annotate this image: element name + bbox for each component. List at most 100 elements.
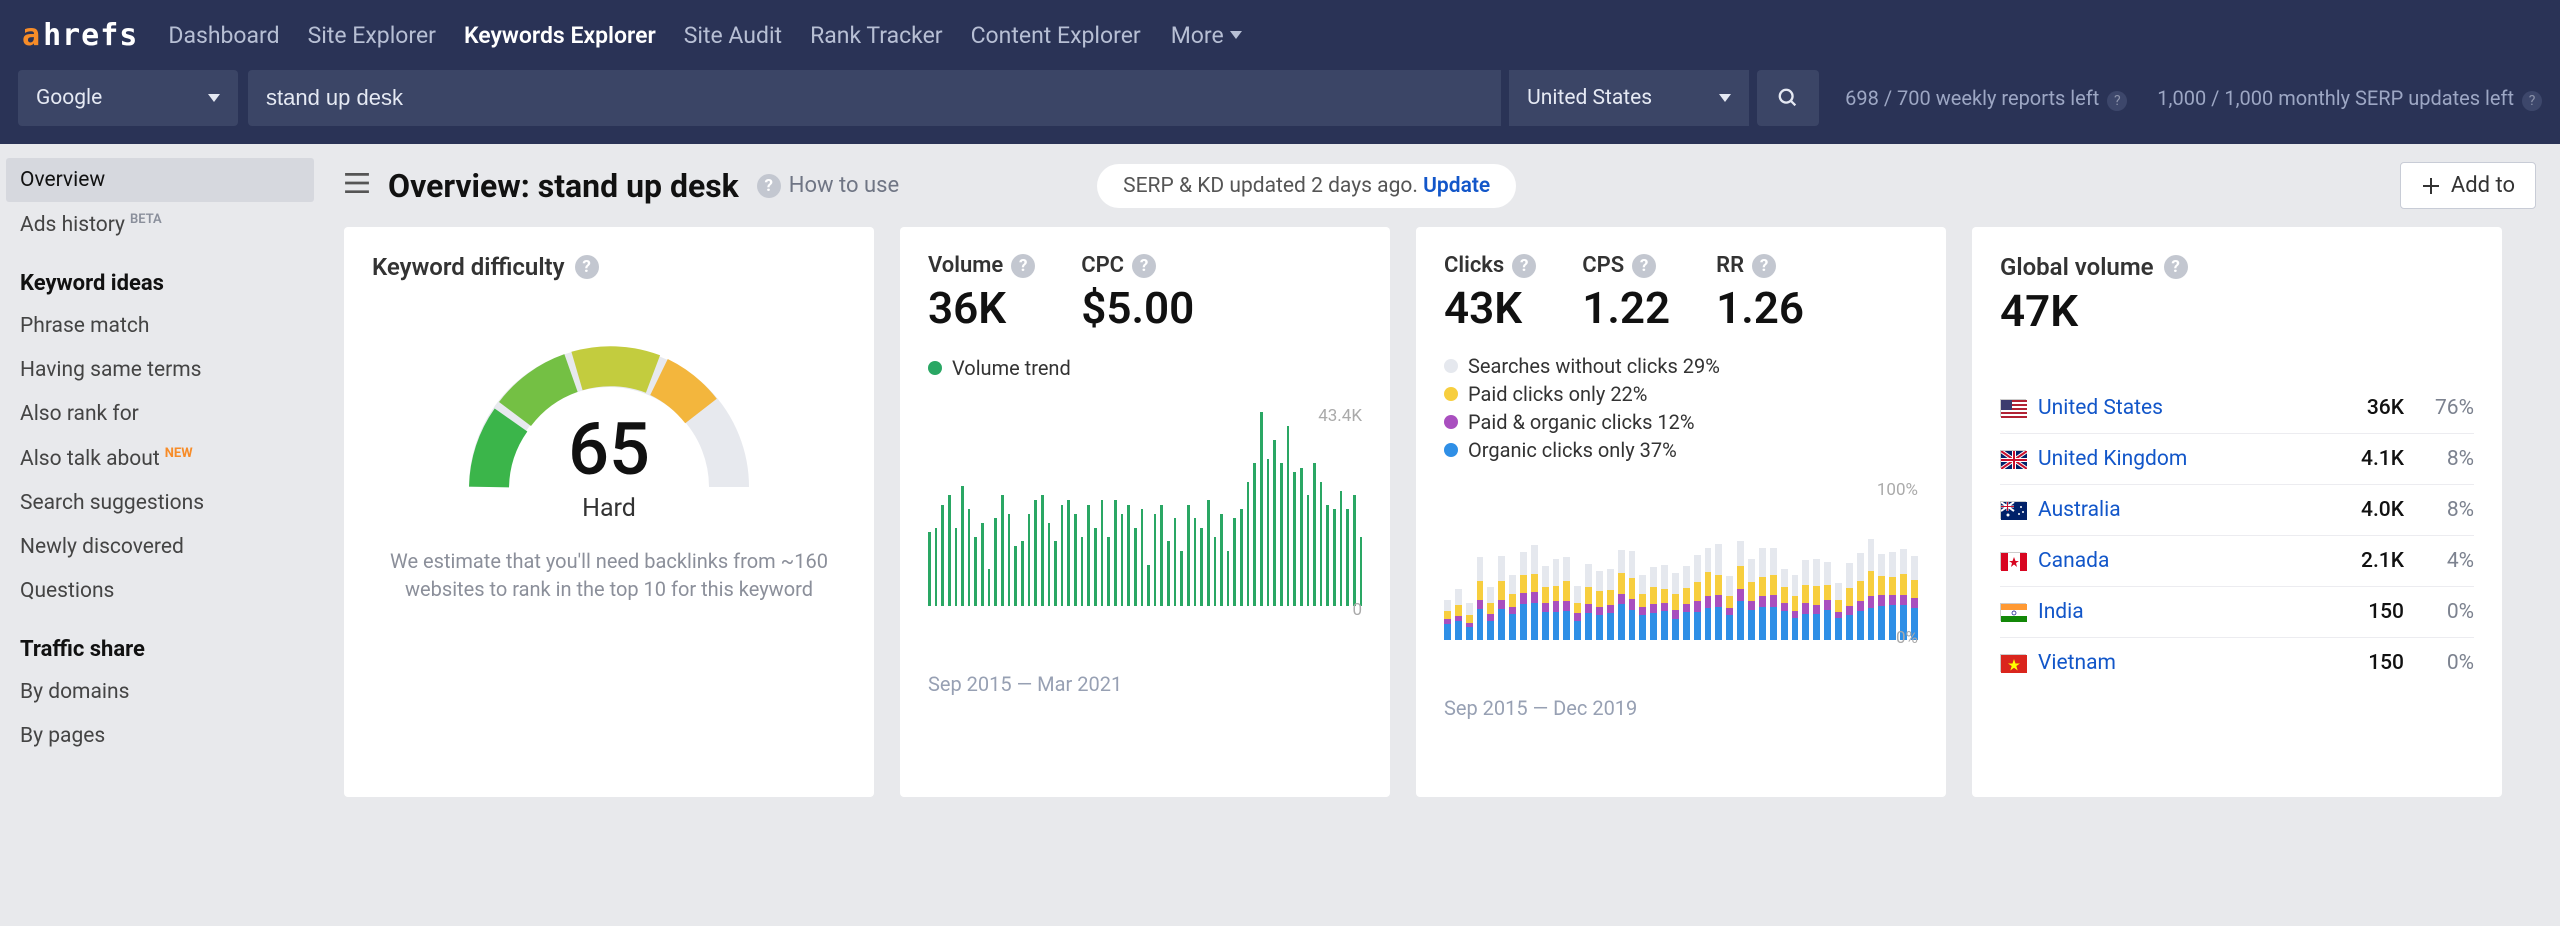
how-to-use-label: How to use	[789, 173, 899, 198]
nav-link-site-explorer[interactable]: Site Explorer	[308, 22, 436, 49]
volume-label: Volume	[928, 253, 1003, 278]
gv-row: Vietnam1500%	[2000, 638, 2474, 688]
clicks-range: Sep 2015 — Dec 2019	[1444, 696, 1918, 720]
help-icon[interactable]: ?	[2522, 91, 2542, 111]
help-icon[interactable]: ?	[1011, 254, 1035, 278]
gv-volume: 4.0K	[2361, 498, 2404, 522]
keyword-difficulty-card: Keyword difficulty? 65 Hard We estimate …	[344, 227, 874, 797]
search-button[interactable]	[1757, 70, 1819, 126]
weekly-reports-status: 698 / 700 weekly reports left	[1845, 86, 2099, 110]
serp-update-link[interactable]: Update	[1423, 174, 1490, 198]
sidebar-heading: Traffic share	[6, 613, 314, 670]
rr-label: RR	[1716, 253, 1744, 278]
engine-select[interactable]: Google	[18, 70, 238, 126]
nav-link-rank-tracker[interactable]: Rank Tracker	[810, 22, 943, 49]
gv-volume: 150	[2368, 600, 2404, 624]
keyword-input[interactable]	[266, 85, 1483, 111]
sidebar-item-newly-discovered[interactable]: Newly discovered	[6, 525, 314, 569]
search-bar: Google United States 698 / 700 weekly re…	[0, 70, 2560, 144]
nav-link-keywords-explorer[interactable]: Keywords Explorer	[464, 22, 656, 49]
sidebar-item-also-rank-for[interactable]: Also rank for	[6, 392, 314, 436]
nav-link-site-audit[interactable]: Site Audit	[684, 22, 782, 49]
plus-icon	[2421, 176, 2441, 196]
country-select[interactable]: United States	[1509, 70, 1749, 126]
gv-volume: 2.1K	[2361, 549, 2404, 573]
sidebar-toggle[interactable]	[344, 172, 370, 199]
flag-icon	[2000, 399, 2026, 417]
sidebar-item-questions[interactable]: Questions	[6, 569, 314, 613]
cps-label: CPS	[1582, 253, 1624, 278]
kd-title: Keyword difficulty	[372, 253, 565, 281]
volume-trend-chart: 43.4K 0	[928, 406, 1362, 636]
gv-country-link[interactable]: India	[2038, 600, 2084, 624]
chevron-down-icon	[208, 94, 220, 102]
flag-icon	[2000, 552, 2026, 570]
kd-note: We estimate that you'll need backlinks f…	[372, 547, 846, 603]
gv-pct: 8%	[2418, 447, 2474, 471]
clicks-card: Clicks? 43K CPS? 1.22 RR? 1.26 Searches …	[1416, 227, 1946, 797]
nav-link-dashboard[interactable]: Dashboard	[168, 22, 279, 49]
gv-row: United Kingdom 4.1K 8%	[2000, 434, 2474, 485]
sidebar-item-by-pages[interactable]: By pages	[6, 714, 314, 758]
gv-pct: 4%	[2418, 549, 2474, 573]
sidebar-item-phrase-match[interactable]: Phrase match	[6, 304, 314, 348]
clicks-value: 43K	[1444, 282, 1536, 334]
global-volume-card: Global volume? 47K United States36K76%Un…	[1972, 227, 2502, 797]
help-icon[interactable]: ?	[1632, 254, 1656, 278]
sidebar-item-having-same-terms[interactable]: Having same terms	[6, 348, 314, 392]
logo[interactable]: ahrefs	[22, 18, 138, 53]
flag-icon	[2000, 603, 2026, 621]
page-title: Overview: stand up desk	[388, 167, 739, 205]
help-icon[interactable]: ?	[1132, 254, 1156, 278]
dot-icon	[928, 361, 942, 375]
nav-link-content-explorer[interactable]: Content Explorer	[971, 22, 1141, 49]
add-to-button[interactable]: Add to	[2400, 162, 2536, 209]
monthly-serp-status: 1,000 / 1,000 monthly SERP updates left	[2157, 86, 2514, 110]
sidebar: OverviewAds historyBETAKeyword ideasPhra…	[0, 144, 320, 815]
gv-pct: 8%	[2418, 498, 2474, 522]
sidebar-heading: Keyword ideas	[6, 247, 314, 304]
kd-gauge: 65 Hard	[449, 317, 769, 517]
dot-icon	[1444, 387, 1458, 401]
gv-row: Australia 4.0K 8%	[2000, 485, 2474, 536]
help-icon[interactable]: ?	[2107, 91, 2127, 111]
gv-country-link[interactable]: Australia	[2038, 498, 2121, 522]
rr-value: 1.26	[1716, 282, 1804, 334]
gv-country-link[interactable]: United States	[2038, 396, 2163, 420]
top-nav: ahrefs Dashboard Site Explorer Keywords Ex…	[0, 0, 2560, 70]
country-select-label: United States	[1527, 86, 1652, 110]
sidebar-item-overview[interactable]: Overview	[6, 158, 314, 202]
status-texts: 698 / 700 weekly reports left? 1,000 / 1…	[1845, 86, 2542, 111]
sidebar-item-search-suggestions[interactable]: Search suggestions	[6, 481, 314, 525]
how-to-use[interactable]: ? How to use	[757, 173, 899, 198]
kd-label: Hard	[449, 494, 769, 523]
kd-score: 65	[449, 407, 769, 492]
volume-trend-range: Sep 2015 — Mar 2021	[928, 672, 1362, 696]
gv-pct: 0%	[2418, 651, 2474, 675]
gv-country-link[interactable]: United Kingdom	[2038, 447, 2187, 471]
cpc-value: $5.00	[1081, 282, 1194, 334]
sidebar-item-also-talk-about[interactable]: Also talk aboutNEW	[6, 436, 314, 481]
help-icon[interactable]: ?	[1752, 254, 1776, 278]
help-icon: ?	[757, 174, 781, 198]
clicks-legend-item: Paid clicks only 22%	[1444, 382, 1918, 406]
content: Overview: stand up desk ? How to use SER…	[320, 144, 2560, 815]
sidebar-item-ads-history[interactable]: Ads historyBETA	[6, 202, 314, 247]
gv-row: Canada 2.1K 4%	[2000, 536, 2474, 587]
gv-volume: 4.1K	[2361, 447, 2404, 471]
clicks-legend-item: Organic clicks only 37%	[1444, 438, 1918, 462]
clicks-y-bot: 0%	[1896, 628, 1918, 648]
search-icon	[1777, 87, 1799, 109]
clicks-legend-item: Searches without clicks 29%	[1444, 354, 1918, 378]
gv-country-link[interactable]: Canada	[2038, 549, 2109, 573]
gv-country-link[interactable]: Vietnam	[2038, 651, 2116, 675]
help-icon[interactable]: ?	[2164, 255, 2188, 279]
hamburger-icon	[344, 172, 370, 194]
nav-more[interactable]: More	[1171, 22, 1242, 49]
sidebar-item-by-domains[interactable]: By domains	[6, 670, 314, 714]
help-icon[interactable]: ?	[1512, 254, 1536, 278]
help-icon[interactable]: ?	[575, 255, 599, 279]
volume-card: Volume? 36K CPC? $5.00 Volume trend 43.4…	[900, 227, 1390, 797]
keyword-input-wrap	[248, 70, 1501, 126]
clicks-y-top: 100%	[1877, 480, 1918, 500]
